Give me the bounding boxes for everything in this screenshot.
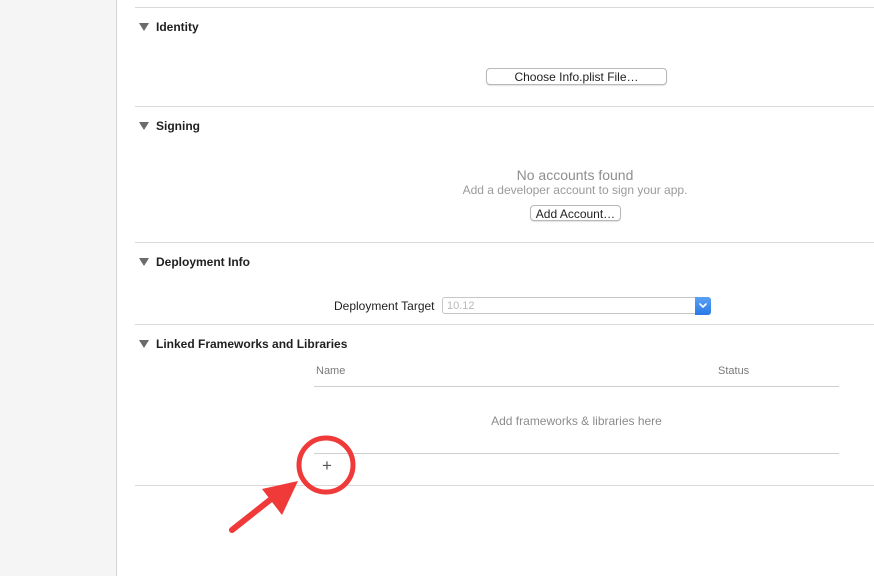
disclosure-triangle-icon[interactable] — [139, 340, 149, 348]
disclosure-triangle-icon[interactable] — [139, 23, 149, 31]
table-header-divider — [314, 386, 839, 387]
section-title: Identity — [156, 20, 199, 34]
no-accounts-subtitle: Add a developer account to sign your app… — [462, 183, 688, 197]
add-account-button[interactable]: Add Account… — [530, 205, 621, 221]
deployment-section-header[interactable]: Deployment Info — [139, 254, 250, 270]
frameworks-section-header[interactable]: Linked Frameworks and Libraries — [139, 336, 347, 352]
deployment-target-value: 10.12 — [447, 300, 475, 312]
section-divider — [135, 324, 874, 325]
section-divider — [135, 242, 874, 243]
no-accounts-title: No accounts found — [516, 167, 634, 183]
column-header-status[interactable]: Status — [718, 365, 749, 377]
identity-section-header[interactable]: Identity — [139, 19, 199, 35]
navigator-sidebar — [0, 0, 117, 576]
deployment-target-select[interactable]: 10.12 — [442, 297, 711, 315]
column-header-name[interactable]: Name — [316, 365, 345, 377]
signing-section-header[interactable]: Signing — [139, 118, 200, 134]
disclosure-triangle-icon[interactable] — [139, 122, 149, 130]
section-title: Signing — [156, 119, 200, 133]
frameworks-empty-text: Add frameworks & libraries here — [491, 414, 662, 428]
add-framework-button[interactable]: + — [318, 457, 336, 475]
section-divider — [135, 485, 874, 486]
popup-chevron-icon[interactable] — [695, 297, 711, 315]
section-divider — [135, 7, 874, 8]
table-bottom-divider — [314, 453, 839, 454]
project-settings-panel: Identity Choose Info.plist File… Signing… — [117, 0, 874, 576]
section-title: Deployment Info — [156, 255, 251, 269]
disclosure-triangle-icon[interactable] — [139, 258, 149, 266]
choose-info-plist-button[interactable]: Choose Info.plist File… — [486, 68, 667, 85]
deployment-target-label: Deployment Target — [334, 299, 435, 313]
section-title: Linked Frameworks and Libraries — [156, 337, 348, 351]
section-divider — [135, 106, 874, 107]
